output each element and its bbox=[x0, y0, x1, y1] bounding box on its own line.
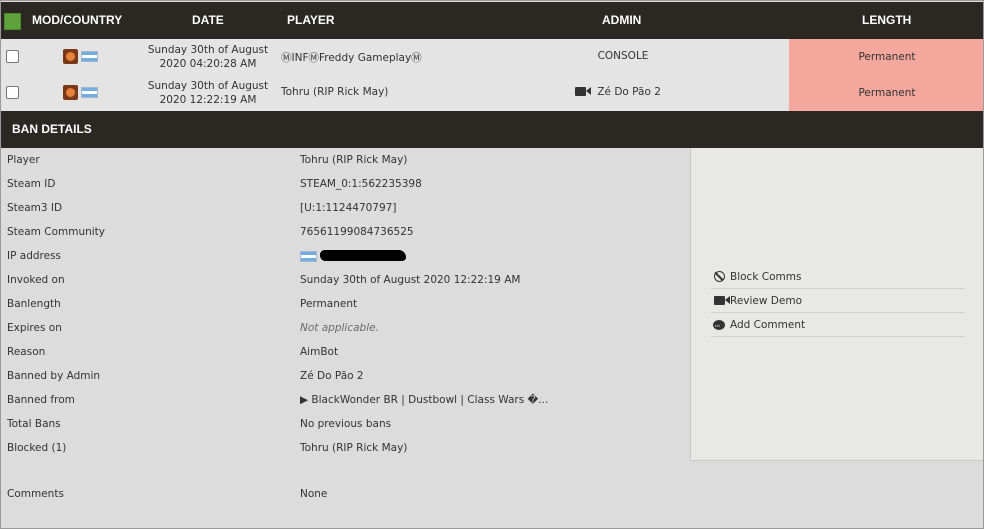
detail-label-blocked: Blocked (1) bbox=[7, 442, 67, 454]
detail-value-total-bans: No previous bans bbox=[300, 418, 392, 430]
argentina-flag-icon bbox=[81, 51, 98, 62]
detail-label-player: Player bbox=[7, 154, 40, 166]
detail-value-banned-by-admin: Zé Do Pão 2 bbox=[300, 370, 364, 382]
select-all-checkbox[interactable] bbox=[4, 13, 21, 30]
detail-label-comments: Comments bbox=[7, 488, 64, 500]
detail-label-expires-on: Expires on bbox=[7, 322, 62, 334]
detail-value-steam-id: STEAM_0:1:562235398 bbox=[300, 178, 422, 190]
detail-value-blocked[interactable]: Tohru (RIP Rick May) bbox=[300, 442, 407, 454]
add-comment-label: Add Comment bbox=[730, 319, 806, 331]
ban-list-panel: MOD/COUNTRY DATE PLAYER ADMIN LENGTH Sun… bbox=[0, 0, 984, 529]
detail-label-invoked-on: Invoked on bbox=[7, 274, 65, 286]
add-comment-button[interactable]: Add Comment bbox=[711, 313, 965, 339]
ban-date: Sunday 30th of August 2020 04:20:28 AM bbox=[143, 43, 273, 71]
detail-value-steam3-id: [U:1:1124470797] bbox=[300, 202, 397, 214]
detail-label-ip-address: IP address bbox=[7, 250, 62, 262]
detail-value-steam-community[interactable]: 76561199084736525 bbox=[300, 226, 414, 238]
detail-label-banned-by-admin: Banned by Admin bbox=[7, 370, 101, 382]
block-comms-button[interactable]: Block Comms bbox=[711, 265, 965, 289]
row-select-checkbox[interactable] bbox=[6, 50, 19, 63]
column-player[interactable]: PLAYER bbox=[287, 2, 335, 39]
detail-value-invoked-on: Sunday 30th of August 2020 12:22:19 AM bbox=[300, 274, 521, 286]
detail-value-expires-on: Not applicable. bbox=[300, 322, 379, 334]
ban-row[interactable]: Sunday 30th of August 2020 12:22:19 AM T… bbox=[1, 75, 983, 111]
row-select-checkbox[interactable] bbox=[6, 86, 19, 99]
detail-label-steam3-id: Steam3 ID bbox=[7, 202, 63, 214]
comment-bubble-icon bbox=[713, 315, 725, 339]
block-comms-label: Block Comms bbox=[730, 271, 802, 283]
ban-details-title: BAN DETAILS bbox=[1, 111, 983, 148]
column-admin[interactable]: ADMIN bbox=[602, 2, 641, 39]
ban-date: Sunday 30th of August 2020 12:22:19 AM bbox=[143, 79, 273, 107]
ban-row[interactable]: Sunday 30th of August 2020 04:20:28 AM Ⓜ… bbox=[1, 39, 983, 75]
tf2-icon bbox=[63, 85, 78, 100]
detail-value-comments: None bbox=[300, 488, 328, 500]
detail-label-steam-id: Steam ID bbox=[7, 178, 56, 190]
detail-label-steam-community: Steam Community bbox=[7, 226, 106, 238]
ban-date-line2: 2020 04:20:28 AM bbox=[159, 58, 257, 70]
ban-player-name: Tohru (RIP Rick May) bbox=[281, 86, 389, 98]
ban-length: Permanent bbox=[789, 75, 983, 111]
detail-value-player: Tohru (RIP Rick May) bbox=[300, 154, 408, 166]
ban-admin-name: CONSOLE bbox=[597, 50, 649, 62]
tf2-icon bbox=[63, 49, 78, 64]
ban-admin-name: Zé Do Pão 2 bbox=[597, 86, 661, 98]
column-mod-country[interactable]: MOD/COUNTRY bbox=[32, 2, 122, 39]
review-demo-button[interactable]: Review Demo bbox=[711, 289, 965, 313]
redacted-ip-mark bbox=[320, 250, 407, 261]
column-date[interactable]: DATE bbox=[192, 2, 224, 39]
argentina-flag-icon bbox=[81, 87, 98, 98]
ban-date-line2: 2020 12:22:19 AM bbox=[159, 94, 257, 106]
detail-value-ip-address bbox=[300, 250, 407, 263]
detail-label-total-bans: Total Bans bbox=[7, 418, 61, 430]
ban-date-line1: Sunday 30th of August bbox=[147, 80, 269, 92]
ban-table-header: MOD/COUNTRY DATE PLAYER ADMIN LENGTH bbox=[1, 2, 983, 39]
ban-circle-icon bbox=[713, 271, 725, 282]
ban-length: Permanent bbox=[789, 39, 983, 75]
ban-actions-panel: Block Comms Review Demo Add Comment bbox=[690, 148, 983, 461]
video-camera-icon bbox=[713, 296, 730, 305]
argentina-flag-icon bbox=[300, 251, 317, 262]
ban-date-line1: Sunday 30th of August bbox=[147, 44, 269, 56]
detail-label-banned-from: Banned from bbox=[7, 394, 75, 406]
ban-player-name: ⓂINFⓂFreddy GameplayⓂ bbox=[281, 52, 422, 64]
ban-admin: Zé Do Pão 2 bbox=[575, 86, 695, 98]
video-camera-icon[interactable] bbox=[575, 87, 591, 96]
detail-value-banned-from[interactable]: ▶ BlackWonder BR | Dustbowl | Class Wars… bbox=[300, 394, 548, 406]
detail-value-banlength: Permanent bbox=[300, 298, 358, 310]
review-demo-label: Review Demo bbox=[730, 295, 802, 307]
column-length[interactable]: LENGTH bbox=[862, 2, 911, 39]
detail-label-banlength: Banlength bbox=[7, 298, 61, 310]
detail-value-reason: AimBot bbox=[300, 346, 339, 358]
detail-label-reason: Reason bbox=[7, 346, 46, 358]
